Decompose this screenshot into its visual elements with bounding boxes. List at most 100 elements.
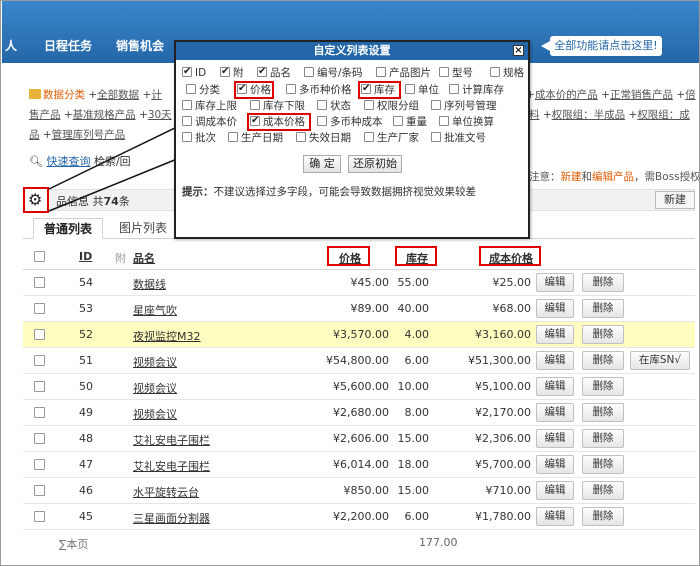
row-checkbox[interactable] [34, 459, 45, 470]
select-all-checkbox[interactable] [34, 251, 45, 262]
row-name[interactable]: 艾礼安电子围栏 [133, 432, 210, 448]
row-checkbox[interactable] [34, 407, 45, 418]
new-button[interactable]: 新建 [655, 191, 695, 209]
row-checkbox[interactable] [34, 303, 45, 314]
option-serial-mgmt[interactable]: 序列号管理 [431, 100, 497, 114]
row-checkbox[interactable] [34, 485, 45, 496]
row-id: 54 [79, 276, 93, 289]
option-stock-lower[interactable]: 库存下限 [250, 100, 305, 114]
option-status[interactable]: 状态 [317, 100, 351, 114]
row-name[interactable]: 视频会议 [133, 380, 177, 396]
header-name[interactable]: 品名 [133, 250, 155, 266]
delete-button[interactable]: 删除 [582, 481, 624, 500]
option-weight[interactable]: 重量 [393, 116, 427, 130]
quick-search-link[interactable]: 快速查询 [46, 155, 90, 168]
option-model[interactable]: 型号 [439, 67, 473, 81]
edit-button[interactable]: 编辑 [536, 403, 574, 422]
option-attach[interactable]: 附 [220, 65, 244, 81]
delete-button[interactable]: 删除 [582, 273, 624, 292]
delete-button[interactable]: 删除 [582, 351, 624, 370]
option-perm-group[interactable]: 权限分组 [364, 100, 419, 114]
option-expire-date[interactable]: 失效日期 [296, 132, 351, 146]
reset-button[interactable]: 还原初始 [348, 155, 402, 173]
row-checkbox[interactable] [34, 511, 45, 522]
delete-button[interactable]: 删除 [582, 507, 624, 526]
edit-button[interactable]: 编辑 [536, 273, 574, 292]
row-name[interactable]: 水平旋转云台 [133, 484, 199, 500]
delete-button[interactable]: 删除 [582, 377, 624, 396]
category-normal-sale[interactable]: 正常销售产品 [610, 89, 673, 101]
delete-button[interactable]: 删除 [582, 429, 624, 448]
option-multi-cost[interactable]: 多币种成本 [317, 116, 383, 130]
edit-button[interactable]: 编辑 [536, 429, 574, 448]
column-settings-button[interactable]: ⚙ [23, 187, 49, 213]
option-calc-stock[interactable]: 计算库存 [449, 84, 504, 98]
option-stock-upper[interactable]: 库存上限 [182, 100, 237, 114]
category-material[interactable]: 料 [529, 109, 540, 121]
edit-button[interactable]: 编辑 [536, 507, 574, 526]
category-calc[interactable]: 计 [151, 89, 162, 101]
app-window: 人 日程任务 销售机会 全部功能请点击这里! 数据分类 +全部数据 +计 +成本… [0, 0, 700, 566]
row-checkbox[interactable] [34, 277, 45, 288]
option-category[interactable]: 分类 [186, 84, 220, 98]
row-checkbox[interactable] [34, 381, 45, 392]
edit-button[interactable]: 编辑 [536, 481, 574, 500]
category-30days[interactable]: 30天 [148, 109, 172, 121]
tab-image-list[interactable]: 图片列表 [109, 218, 177, 239]
edit-button[interactable]: 编辑 [536, 351, 574, 370]
delete-button[interactable]: 删除 [582, 403, 624, 422]
option-id[interactable]: ID [182, 65, 206, 81]
close-icon[interactable]: × [513, 45, 524, 56]
edit-button[interactable]: 编辑 [536, 377, 574, 396]
row-price: ¥2,606.00 [333, 432, 389, 445]
in-stock-sn-button[interactable]: 在库SN√ [630, 351, 690, 370]
category-serial-mgmt[interactable]: 管理库列号产品 [52, 129, 126, 141]
category-base-spec[interactable]: 基准规格产品 [73, 109, 136, 121]
nav-item-opportunity[interactable]: 销售机会 [116, 37, 164, 54]
category-data[interactable]: 数据分类 [43, 89, 85, 101]
option-image[interactable]: 产品图片 [376, 67, 431, 81]
option-prod-date[interactable]: 生产日期 [228, 132, 283, 146]
row-name[interactable]: 星座气吹 [133, 302, 177, 318]
nav-item-schedule[interactable]: 日程任务 [44, 37, 92, 54]
option-manufacturer[interactable]: 生产厂家 [364, 132, 419, 146]
option-multi-price[interactable]: 多币种价格 [286, 84, 352, 98]
option-code[interactable]: 编号/条码 [304, 67, 363, 81]
edit-button[interactable]: 编辑 [536, 455, 574, 474]
row-name[interactable]: 三星画面分割器 [133, 510, 210, 526]
option-approval[interactable]: 批准文号 [431, 132, 486, 146]
row-name[interactable]: 艾礼安电子围栏 [133, 458, 210, 474]
option-adjust-cost[interactable]: 调成本价 [182, 116, 237, 130]
edit-button[interactable]: 编辑 [536, 299, 574, 318]
row-checkbox[interactable] [34, 355, 45, 366]
row-checkbox[interactable] [34, 329, 45, 340]
note-new-link[interactable]: 新建 [561, 171, 582, 183]
row-name[interactable]: 数据线 [133, 276, 166, 292]
option-spec[interactable]: 规格 [490, 67, 524, 81]
category-perm-finished[interactable]: 权限组：成 [637, 109, 690, 121]
edit-button[interactable]: 编辑 [536, 325, 574, 344]
all-functions-tip[interactable]: 全部功能请点击这里! [550, 36, 662, 56]
nav-item-partial[interactable]: 人 [5, 37, 17, 54]
category-perm-semi[interactable]: 权限组：半成品 [552, 109, 626, 121]
row-checkbox[interactable] [34, 433, 45, 444]
row-name[interactable]: 夜视监控M32 [133, 328, 201, 344]
delete-button[interactable]: 删除 [582, 299, 624, 318]
row-name[interactable]: 视频会议 [133, 354, 177, 370]
delete-button[interactable]: 删除 [582, 455, 624, 474]
row-name[interactable]: 视频会议 [133, 406, 177, 422]
tab-normal-list[interactable]: 普通列表 [33, 218, 104, 239]
category-product[interactable]: 品 [29, 129, 40, 141]
option-batch[interactable]: 批次 [182, 132, 216, 146]
delete-button[interactable]: 删除 [582, 325, 624, 344]
category-sale-product[interactable]: 售产品 [29, 109, 61, 121]
category-cost-product[interactable]: 成本价的产品 [535, 89, 598, 101]
category-all[interactable]: 全部数据 [97, 89, 139, 101]
option-unit[interactable]: 单位 [405, 84, 439, 98]
option-name[interactable]: 品名 [257, 65, 291, 81]
option-unit-conv[interactable]: 单位换算 [439, 116, 494, 130]
note-edit-link[interactable]: 编辑产品 [592, 171, 634, 183]
header-id[interactable]: ID [79, 250, 92, 263]
category-partial[interactable]: 倍 [685, 89, 696, 101]
confirm-button[interactable]: 确 定 [303, 155, 341, 173]
